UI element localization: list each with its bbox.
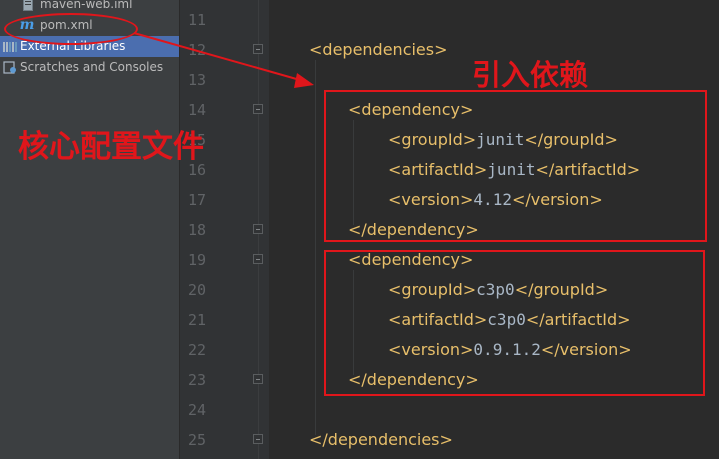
line-number: 12 [187, 41, 206, 59]
iml-file-icon [22, 0, 34, 15]
import-dependencies-annotation: 引入依赖 [472, 58, 589, 92]
line-number: 17 [187, 191, 206, 209]
fold-marker-icon[interactable] [253, 374, 263, 384]
tree-item-scratches-and-consoles[interactable]: Scratches and Consoles [0, 57, 179, 78]
dependency-junit-highlight [324, 90, 707, 242]
line-number: 19 [187, 251, 206, 269]
pom-highlight-oval [4, 13, 138, 45]
line-number: 13 [187, 71, 206, 89]
scratches-icon [3, 57, 17, 78]
tree-item-label: Scratches and Consoles [20, 60, 164, 74]
line-number: 22 [187, 341, 206, 359]
editor-gutter: 11 12 13 14 15 16 17 18 19 20 21 22 23 2… [179, 0, 269, 459]
line-number: 21 [187, 311, 206, 329]
line-number: 23 [187, 371, 206, 389]
project-tree-panel: maven-web.iml m pom.xml External Librari… [0, 0, 179, 459]
fold-marker-icon[interactable] [253, 254, 263, 264]
xml-tag: <dependencies> [309, 40, 448, 59]
dependency-c3p0-highlight [324, 250, 705, 396]
core-config-annotation: 核心配置文件 [18, 129, 204, 165]
line-number: 18 [187, 221, 206, 239]
fold-marker-icon[interactable] [253, 44, 263, 54]
fold-marker-icon[interactable] [253, 434, 263, 444]
line-number: 24 [187, 401, 206, 419]
line-number: 20 [187, 281, 206, 299]
fold-marker-icon[interactable] [253, 224, 263, 234]
code-line: <dependencies> [309, 35, 448, 65]
line-number: 11 [187, 11, 206, 29]
xml-tag: </dependencies> [309, 430, 453, 449]
indent-guide [315, 60, 316, 435]
line-number: 25 [187, 431, 206, 449]
libraries-icon [3, 36, 17, 57]
fold-marker-icon[interactable] [253, 104, 263, 114]
code-line: </dependencies> [309, 425, 453, 455]
